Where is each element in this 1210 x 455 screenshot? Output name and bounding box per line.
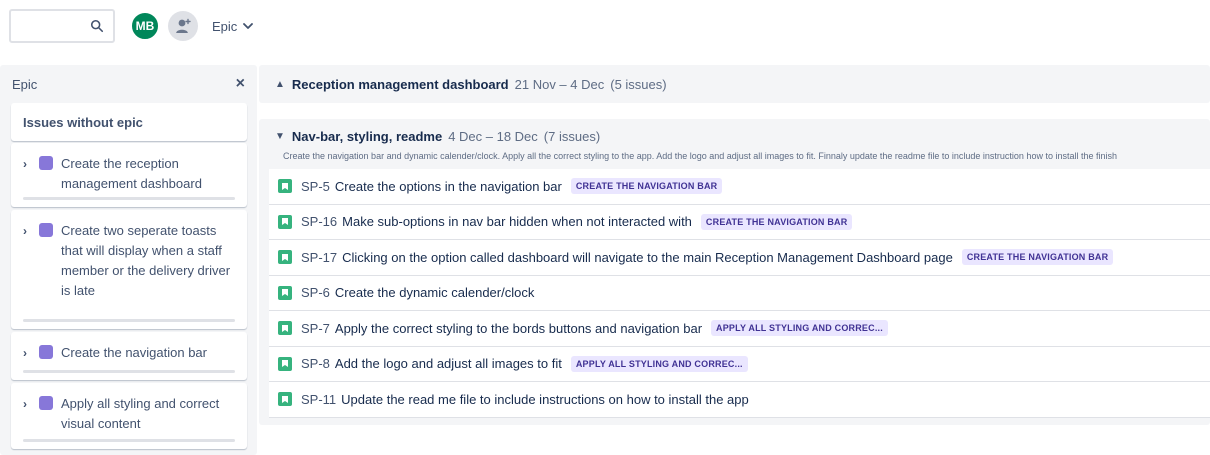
issue-summary: Create the options in the navigation bar [334,178,562,194]
sprint-name: Nav-bar, styling, readme [291,129,443,144]
epic-lozenge[interactable]: CREATE THE NAVIGATION BAR [570,178,723,195]
epic-color-swatch [39,345,53,359]
epic-lozenge[interactable]: APPLY ALL STYLING AND CORREC... [570,355,748,372]
chevron-up-icon[interactable]: ▲ [275,79,285,90]
epic-name: Create the reception management dashboar… [61,156,202,191]
group-by-label: Epic [212,18,238,34]
sprint-dates: 4 Dec – 18 Dec [448,129,538,144]
sprint-expanded: ▼ Nav-bar, styling, readme 4 Dec – 18 De… [259,119,1210,425]
issue-row[interactable]: SP-8 Add the logo and adjust all images … [269,346,1210,382]
sprint-issue-count: (5 issues) [610,76,667,92]
add-person-button[interactable] [168,11,198,41]
search-icon[interactable] [90,19,104,33]
epic-card[interactable]: › Apply all styling and correct visual c… [11,383,247,449]
issue-list: SP-5 Create the options in the navigatio… [269,169,1210,418]
epic-lozenge[interactable]: CREATE THE NAVIGATION BAR [961,249,1114,266]
add-person-icon [176,18,191,33]
epic-panel: Epic × Issues without epic › Create the … [0,65,257,455]
issue-summary: Clicking on the option called dashboard … [342,249,953,265]
epic-panel-title: Epic [12,76,38,92]
issue-summary: Add the logo and adjust all images to fi… [334,356,562,372]
group-by-dropdown[interactable]: Epic [212,14,254,38]
issue-row[interactable]: SP-16 Make sub-options in nav bar hidden… [269,204,1210,240]
issue-summary: Apply the correct styling to the bords b… [334,320,703,336]
epic-lozenge[interactable]: APPLY ALL STYLING AND CORREC... [711,320,888,337]
sprint-goal: Create the navigation bar and dynamic ca… [283,151,1117,161]
chevron-right-icon[interactable]: › [23,224,37,238]
epic-progress-bar [23,370,235,373]
issue-key[interactable]: SP-8 [301,356,330,371]
sprint-list: ▲ Reception management dashboard 21 Nov … [259,65,1210,455]
search-input[interactable] [15,15,87,37]
story-icon [278,356,292,371]
close-icon[interactable]: × [234,75,247,93]
epic-name: Apply all styling and correct visual con… [61,396,220,431]
epic-lozenge[interactable]: CREATE THE NAVIGATION BAR [700,213,853,230]
issue-key[interactable]: SP-16 [301,214,337,229]
epic-color-swatch [39,156,53,170]
issue-row[interactable]: SP-5 Create the options in the navigatio… [269,169,1210,205]
sprint-name: Reception management dashboard [291,76,509,92]
epic-card[interactable]: › Create the navigation bar [11,332,247,380]
issue-key[interactable]: SP-17 [301,250,337,265]
issue-summary: Update the read me file to include instr… [341,391,749,407]
story-icon [278,250,292,265]
epic-card[interactable]: › Create the reception management dashbo… [11,143,247,207]
issue-summary: Create the dynamic calender/clock [334,285,535,301]
epic-color-swatch [39,396,53,410]
search-box[interactable] [9,9,115,43]
story-icon [278,321,292,336]
issue-row[interactable]: SP-6 Create the dynamic calender/clock [269,275,1210,311]
issue-summary: Make sub-options in nav bar hidden when … [342,214,692,230]
chevron-down-icon[interactable]: ▼ [275,131,285,142]
epic-panel-header: Epic × [12,65,247,103]
epic-color-swatch [39,223,53,237]
issue-row[interactable]: SP-17 Clicking on the option called dash… [269,240,1210,276]
epic-progress-bar [23,439,235,442]
sprint-header-collapsed[interactable]: ▲ Reception management dashboard 21 Nov … [259,65,1210,103]
epic-name: Create two seperate toasts that will dis… [61,223,231,298]
story-icon [278,285,292,300]
chevron-down-icon [243,23,254,29]
story-icon [278,392,292,407]
story-icon [278,179,292,194]
issue-row[interactable]: SP-11 Update the read me file to include… [269,382,1210,418]
board-toolbar: MB Epic [0,0,1210,52]
issue-key[interactable]: SP-5 [301,179,330,194]
epic-name: Create the navigation bar [61,345,207,360]
sprint-issue-count: (7 issues) [543,129,601,144]
issue-key[interactable]: SP-6 [301,285,330,300]
story-icon [278,214,292,229]
epic-card[interactable]: › Create two seperate toasts that will d… [11,210,247,329]
issue-row[interactable]: SP-7 Apply the correct styling to the bo… [269,311,1210,347]
issue-key[interactable]: SP-7 [301,321,330,336]
issue-key[interactable]: SP-11 [301,392,336,407]
epic-progress-bar [23,319,235,322]
user-avatar[interactable]: MB [130,11,160,41]
issues-without-epic[interactable]: Issues without epic [11,103,247,141]
chevron-right-icon[interactable]: › [23,397,37,411]
epic-progress-bar [23,197,235,200]
sprint-dates: 21 Nov – 4 Dec [514,76,605,92]
chevron-right-icon[interactable]: › [23,346,37,360]
chevron-right-icon[interactable]: › [23,157,37,171]
sprint-header[interactable]: ▼ Nav-bar, styling, readme 4 Dec – 18 De… [275,129,600,144]
